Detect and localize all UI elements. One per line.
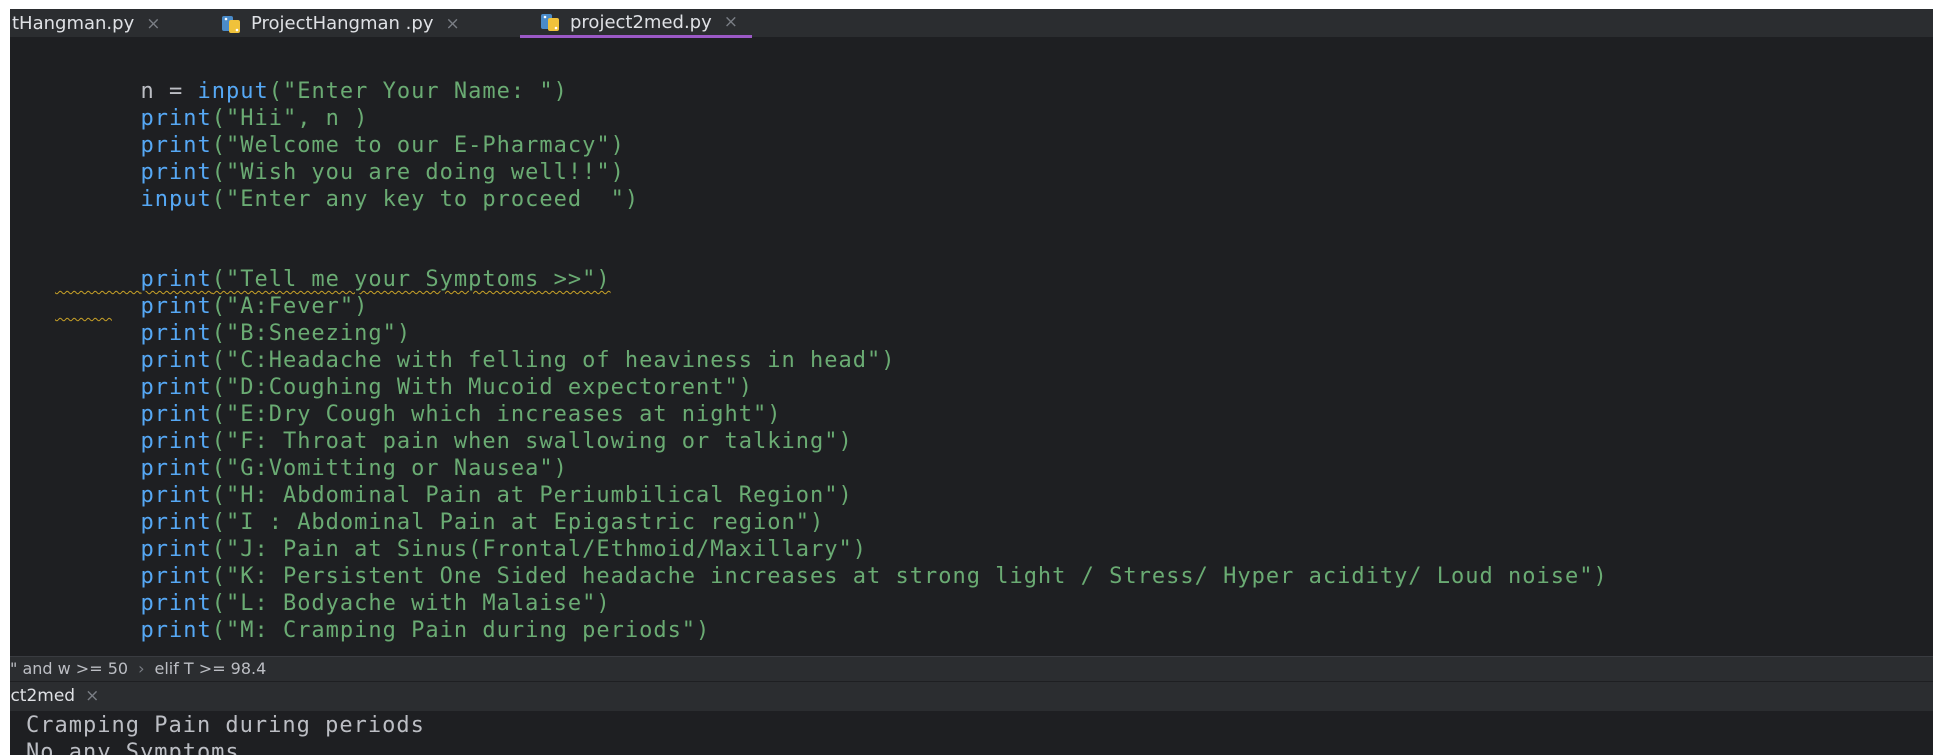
close-icon[interactable]: × [85, 686, 99, 706]
tab-thangman[interactable]: tHangman.py × [12, 9, 160, 38]
code-line[interactable]: print("B:Sneezing") [55, 293, 411, 346]
python-file-icon [221, 13, 243, 35]
code-line[interactable]: print("M: Cramping Pain during periods") [55, 590, 710, 643]
chevron-right-icon: › [138, 659, 145, 678]
function-name: print [140, 618, 212, 643]
run-console[interactable]: Cramping Pain during periods No any Symp… [10, 711, 1933, 755]
console-line: Cramping Pain during periods [26, 713, 425, 738]
run-tab-project2med[interactable]: ect2med × [0, 682, 99, 712]
tab-label: ProjectHangman .py [251, 13, 434, 34]
code-line[interactable]: print("G:Vomitting or Nausea") [55, 428, 568, 481]
tab-projecthangman[interactable]: ProjectHangman .py × [221, 9, 460, 38]
window-left-edge [0, 0, 10, 755]
code-line[interactable]: print("C:Headache with felling of heavin… [55, 320, 895, 373]
breadcrumb-item[interactable]: " and w >= 50 [10, 659, 128, 678]
run-tab-label: ect2med [0, 686, 76, 706]
string-literal: ("Enter any key to proceed ") [211, 187, 640, 212]
code-line[interactable]: print("Hii", n ) [55, 78, 368, 131]
code-line[interactable]: print("K: Persistent One Sided headache … [55, 536, 1608, 589]
code-line[interactable]: print("J: Pain at Sinus(Frontal/Ethmoid/… [55, 509, 867, 562]
code-line[interactable]: print("H: Abdominal Pain at Periumbilica… [55, 455, 853, 508]
code-line[interactable]: print("L: Bodyache with Malaise") [55, 563, 611, 616]
string-literal: ("M: Cramping Pain during periods") [211, 618, 711, 643]
python-file-icon [540, 11, 562, 33]
function-name: input [140, 187, 212, 212]
code-line[interactable]: print("E:Dry Cough which increases at ni… [55, 374, 782, 427]
close-icon[interactable]: × [146, 14, 160, 34]
editor-tab-bar: tHangman.py × ProjectHangman .py × proje… [0, 9, 1933, 38]
breadcrumb-item[interactable]: elif T >= 98.4 [154, 659, 266, 678]
ide-window: tHangman.py × ProjectHangman .py × proje… [0, 0, 1933, 755]
console-line: No any Symptoms [26, 740, 240, 755]
code-line[interactable]: input("Enter any key to proceed ") [55, 159, 639, 212]
code-line[interactable]: print("A:Fever") [55, 266, 368, 319]
code-line[interactable]: print("Welcome to our E-Pharmacy") [55, 105, 625, 158]
code-line[interactable]: print("F: Throat pain when swallowing or… [55, 401, 853, 454]
code-line[interactable]: n = input("Enter Your Name: ") [55, 51, 568, 104]
tab-label: tHangman.py [12, 13, 135, 34]
code-line[interactable]: print("Wish you are doing well!!") [55, 132, 625, 185]
code-line[interactable]: print("D:Coughing With Mucoid expectoren… [55, 347, 753, 400]
tab-label: project2med.py [570, 11, 712, 33]
breadcrumb: " and w >= 50 › elif T >= 98.4 [10, 656, 1933, 681]
code-editor[interactable]: n = input("Enter Your Name: ") print("Hi… [10, 38, 1933, 656]
tab-project2med[interactable]: project2med.py × [520, 9, 753, 38]
window-top-edge [0, 0, 1933, 9]
code-line[interactable]: print("Tell me your Symptoms >>") [55, 239, 611, 292]
code-line[interactable]: print("I : Abdominal Pain at Epigastric … [55, 482, 824, 535]
close-icon[interactable]: × [445, 14, 459, 34]
run-tab-bar: ect2med × [0, 681, 1933, 711]
close-icon[interactable]: × [724, 12, 738, 32]
